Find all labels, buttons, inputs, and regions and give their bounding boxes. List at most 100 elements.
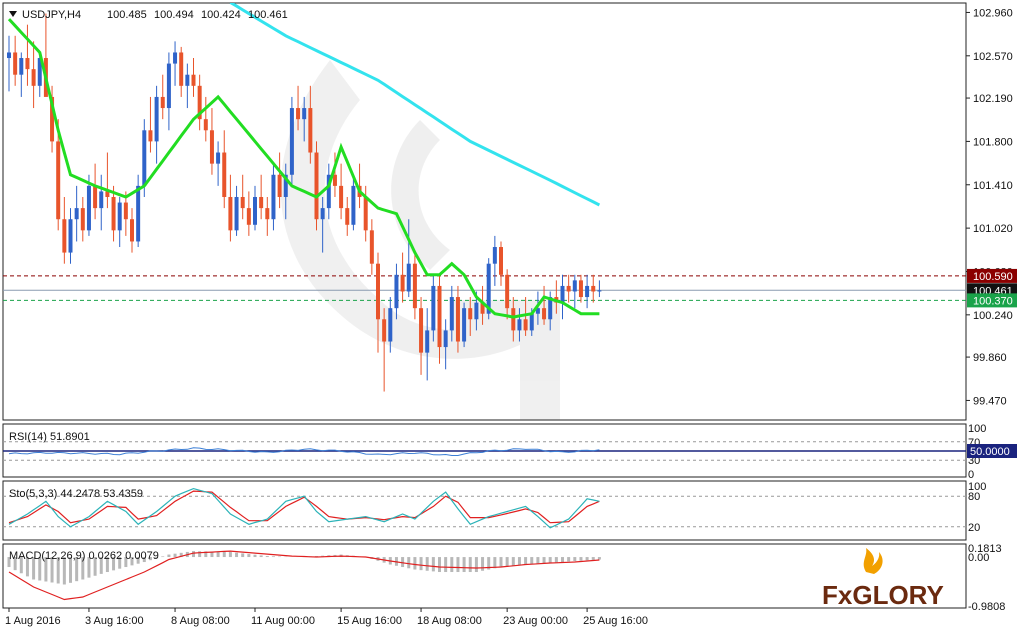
candle — [425, 308, 430, 381]
price-axis: 102.960 102.570 102.190 101.800 101.410 101.0… — [966, 7, 1013, 407]
symbol-label: USDJPY,H4 — [22, 9, 81, 21]
macd-tick-label: -0.9808 — [968, 601, 1005, 613]
price-tick-label: 99.860 — [973, 352, 1007, 364]
candle — [369, 219, 374, 275]
candle — [130, 208, 134, 253]
price-tick-label: 102.570 — [973, 51, 1013, 63]
macd-title: MACD(12,26,9) 0.0262 0.0079 — [9, 550, 159, 562]
candle — [13, 35, 18, 86]
candle — [154, 85, 159, 164]
rsi-axis: 1007030050.0000 — [967, 423, 1017, 481]
candle — [259, 174, 264, 220]
price-tick-label: 102.960 — [973, 7, 1013, 19]
candle — [31, 41, 36, 109]
candle — [19, 52, 24, 97]
chart-canvas: 102.960 102.570 102.190 101.800 101.410 101.0… — [2, 2, 1017, 627]
logo-text: FxGLORY — [822, 580, 944, 610]
time-tick-label: 1 Aug 2016 — [5, 615, 61, 627]
candle — [209, 108, 214, 175]
rsi-title: RSI(14) 51.8901 — [9, 431, 90, 443]
candle — [62, 196, 67, 264]
fxglory-logo: FxGLORY — [822, 548, 944, 610]
candle — [412, 252, 417, 320]
candle — [314, 141, 319, 231]
candle — [345, 196, 350, 236]
rsi-level-label: 50.0000 — [970, 446, 1010, 458]
candle — [68, 208, 73, 264]
rsi-plot — [3, 441, 966, 461]
candle — [185, 63, 190, 109]
price-tick-label: 102.190 — [973, 93, 1013, 105]
macd-tick-label: 0.00 — [968, 552, 989, 564]
macd-axis: 0.18130.00-0.9808 — [968, 543, 1005, 613]
candle — [136, 174, 141, 248]
candle — [443, 319, 448, 370]
candle — [382, 308, 387, 392]
time-tick-label: 18 Aug 08:00 — [417, 615, 482, 627]
candle — [566, 274, 571, 303]
level-tags: 100.590100.461100.370 — [967, 268, 1017, 308]
candle — [117, 196, 122, 248]
candle — [400, 252, 405, 303]
price-tick-label: 101.800 — [973, 136, 1013, 148]
candle — [462, 302, 467, 348]
sto-panel-frame — [2, 480, 967, 541]
dropdown-triangle-icon[interactable] — [9, 11, 17, 17]
candle — [7, 35, 11, 92]
resistance-level-label: 100.590 — [973, 271, 1013, 283]
time-axis: 1 Aug 2016 3 Aug 16:00 8 Aug 08:00 11 Aug 0… — [5, 608, 648, 627]
candle — [572, 274, 577, 309]
sto-title: Sto(5,3,3) 44.2478 53.4359 — [9, 488, 143, 500]
sto-axis: 1008020 — [968, 481, 986, 534]
candle — [191, 58, 196, 97]
candle — [74, 185, 79, 242]
high-value: 100.494 — [154, 9, 194, 21]
candle — [173, 41, 178, 86]
time-tick-label: 8 Aug 08:00 — [171, 615, 230, 627]
sto-tick-label: 20 — [968, 522, 980, 534]
candle — [394, 263, 399, 320]
time-tick-label: 23 Aug 00:00 — [503, 615, 568, 627]
candle — [560, 274, 565, 320]
candle — [246, 191, 251, 236]
candle — [492, 235, 497, 286]
sto-plot — [3, 487, 966, 529]
rsi-tick-label: 100 — [968, 423, 986, 435]
candle — [160, 74, 165, 120]
candle — [277, 152, 282, 209]
candle — [339, 163, 344, 220]
candle — [93, 163, 98, 220]
candle — [578, 274, 583, 303]
forex-chart: 102.960 102.570 102.190 101.800 101.410 101.0… — [0, 0, 1024, 636]
low-value: 100.424 — [201, 9, 241, 21]
candle — [216, 141, 221, 186]
price-tick-label: 101.410 — [973, 180, 1013, 192]
open-value: 100.485 — [107, 9, 147, 21]
time-tick-label: 3 Aug 16:00 — [85, 615, 144, 627]
candle — [179, 46, 184, 97]
price-levels — [3, 275, 966, 301]
candle — [80, 196, 85, 242]
candle — [105, 152, 110, 209]
support-level-label: 100.370 — [973, 295, 1013, 307]
candle — [499, 241, 503, 286]
candle — [148, 96, 153, 153]
rsi-tick-label: 0 — [968, 469, 974, 481]
candle — [222, 130, 227, 209]
candle — [419, 297, 424, 375]
candle — [240, 174, 245, 220]
time-tick-label: 25 Aug 16:00 — [583, 615, 648, 627]
candle — [265, 196, 270, 236]
candle — [591, 274, 596, 303]
candle — [585, 274, 590, 309]
flame-icon — [863, 548, 883, 574]
time-tick-label: 11 Aug 00:00 — [251, 615, 315, 627]
price-tick-label: 100.240 — [973, 310, 1013, 322]
time-tick-label: 15 Aug 16:00 — [337, 615, 402, 627]
candle — [234, 185, 239, 236]
candle — [99, 174, 104, 231]
sto-tick-label: 80 — [968, 491, 980, 503]
candle — [253, 185, 257, 231]
candle — [326, 163, 331, 220]
main-panel-frame — [2, 2, 967, 421]
